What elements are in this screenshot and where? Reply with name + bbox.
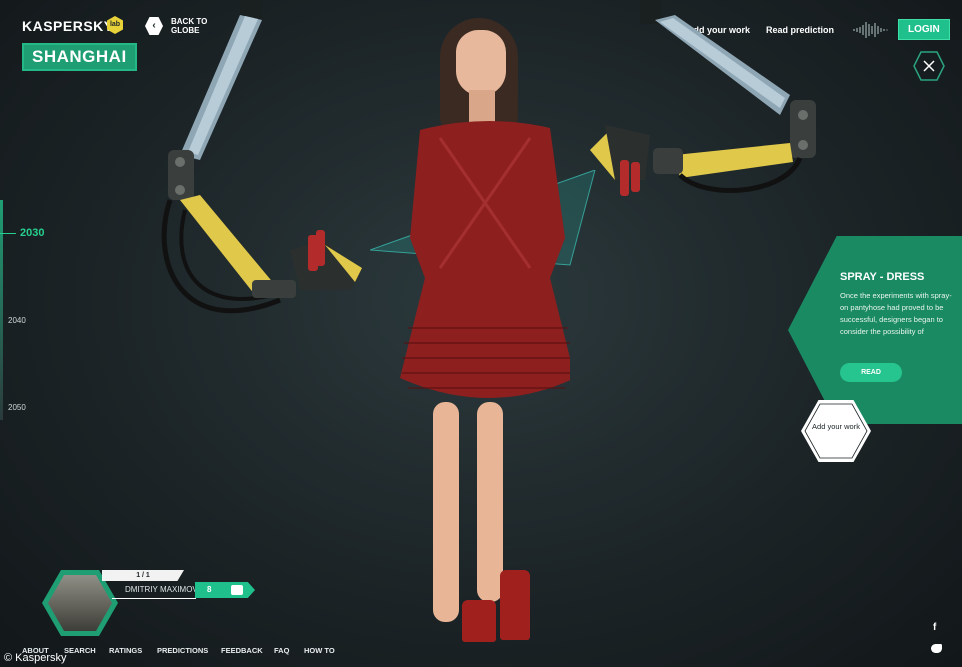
footer-search-link[interactable]: SEARCH (64, 646, 96, 655)
timeline-year-2030[interactable]: 2030 (20, 227, 44, 239)
city-title: SHANGHAI (22, 43, 137, 71)
facebook-icon[interactable]: f (933, 622, 936, 633)
likes-count: 8 (207, 585, 212, 594)
photo-credit: © Kaspersky (4, 652, 67, 664)
kaspersky-logo[interactable]: KASPERSKY (22, 18, 114, 34)
footer-faq-link[interactable]: FAQ (274, 646, 289, 655)
prediction-text: Once the experiments with spray-on panty… (840, 291, 952, 336)
model-face-illustration (456, 30, 506, 96)
model-left-shoe-illustration (462, 600, 496, 642)
spray-dress-illustration (400, 121, 570, 398)
footer-feedback-link[interactable]: FEEDBACK (221, 646, 263, 655)
prediction-title: SPRAY - DRESS (840, 271, 925, 283)
footer-howto-link[interactable]: HOW TO (304, 646, 335, 655)
footer-predictions-link[interactable]: PREDICTIONS (157, 646, 208, 655)
thumbs-up-icon[interactable] (231, 585, 243, 595)
author-name[interactable]: DMITRIY MAXIMOV (125, 585, 198, 594)
close-icon[interactable] (913, 51, 945, 81)
author-counter: 1 / 1 (102, 570, 184, 581)
footer-ratings-link[interactable]: RATINGS (109, 646, 142, 655)
login-button[interactable]: LOGIN (898, 19, 950, 40)
model-right-shoe-illustration (500, 570, 530, 640)
sound-wave-icon[interactable] (852, 20, 892, 40)
timeline-year-2050[interactable]: 2050 (8, 403, 26, 412)
model-left-leg-illustration (433, 402, 459, 622)
timeline-year-2040[interactable]: 2040 (8, 316, 26, 325)
add-your-work-hex-border-icon (804, 403, 868, 459)
right-robot-arm-illustration (590, 0, 816, 196)
add-your-work-label: Add your work (812, 422, 860, 431)
like-button[interactable] (195, 582, 255, 598)
twitter-icon[interactable] (931, 644, 942, 653)
model-right-leg-illustration (477, 402, 503, 602)
read-button[interactable]: READ (840, 363, 902, 382)
author-divider (112, 598, 196, 599)
timeline-marker (0, 233, 16, 234)
left-robot-arm-illustration (161, 0, 362, 314)
